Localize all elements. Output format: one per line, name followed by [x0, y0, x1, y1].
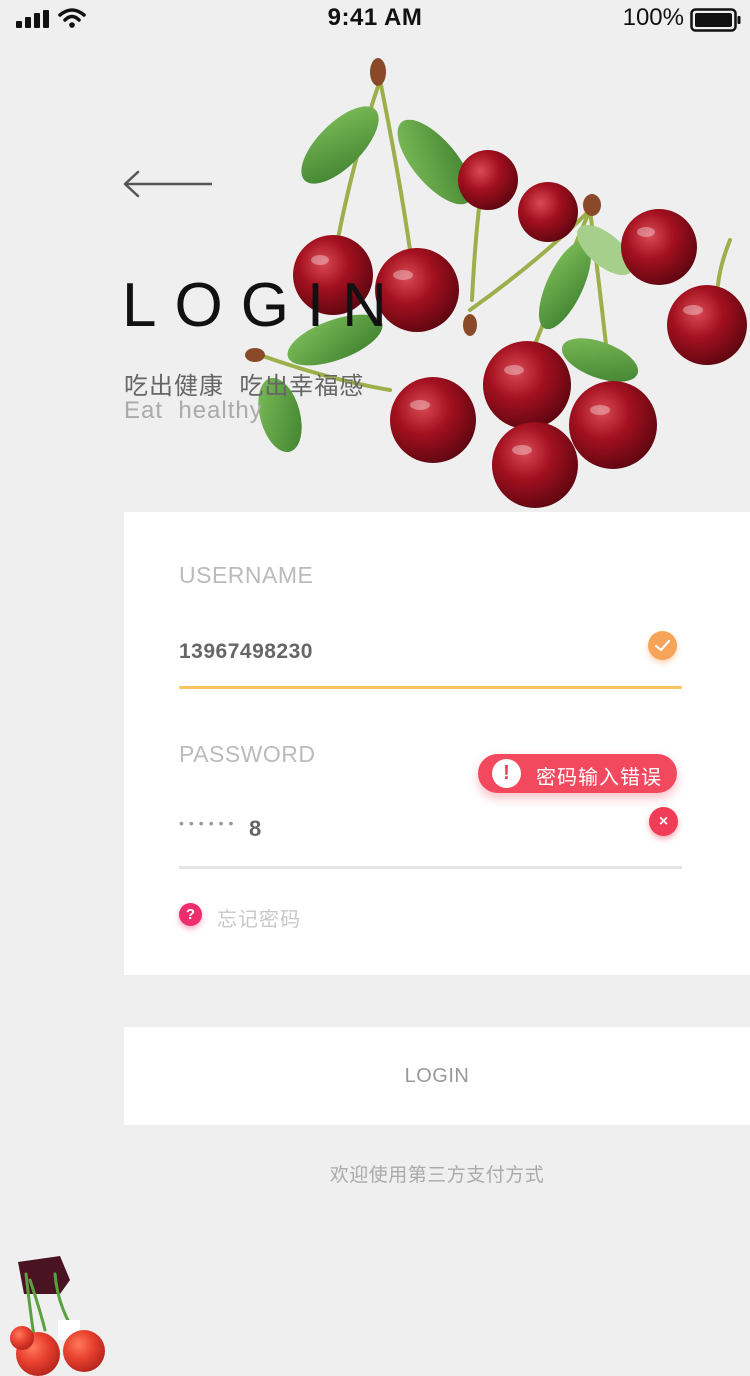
check-icon: [648, 631, 677, 660]
third-party-text: 欢迎使用第三方支付方式: [329, 1165, 545, 1186]
username-underline: [179, 686, 682, 689]
cherry-decoration: [10, 1256, 105, 1376]
page-title: LOGIN: [122, 271, 405, 340]
password-last-char: 8: [249, 816, 262, 841]
password-underline: [179, 866, 682, 869]
password-error-tooltip: ! 密码输入错误: [478, 754, 677, 793]
slogan-english: Eat healthy: [124, 397, 263, 424]
username-label: USERNAME: [179, 562, 314, 588]
username-input[interactable]: 13967498230: [179, 640, 313, 664]
password-input[interactable]: ••••••: [179, 815, 238, 831]
error-message: 密码输入错误: [536, 767, 662, 789]
battery-icon: [690, 8, 741, 32]
clear-icon[interactable]: ×: [649, 807, 678, 836]
forgot-password-link[interactable]: 忘记密码: [217, 903, 301, 932]
slogan-chinese: 吃出健康 吃出幸福感: [124, 373, 365, 400]
password-label: PASSWORD: [179, 741, 316, 767]
alert-icon: !: [492, 759, 521, 788]
question-icon[interactable]: ?: [179, 903, 202, 926]
battery-percent: 100%: [622, 4, 684, 31]
arrow-left-icon[interactable]: [122, 170, 214, 200]
login-button[interactable]: LOGIN: [124, 1027, 750, 1125]
